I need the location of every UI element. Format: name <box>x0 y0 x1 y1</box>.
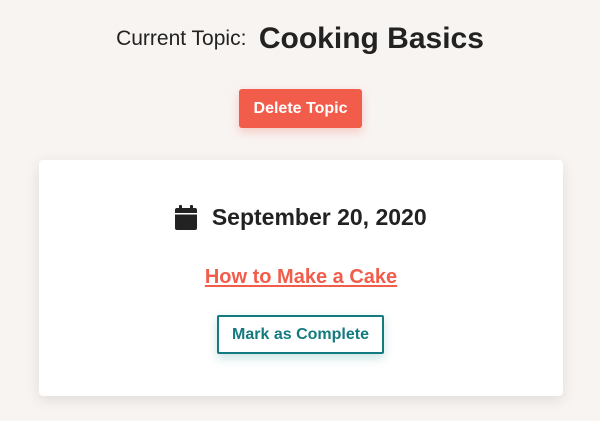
lesson-title-link[interactable]: How to Make a Cake <box>39 266 563 289</box>
topic-header: Current Topic: Cooking Basics <box>0 22 600 56</box>
delete-topic-button[interactable]: Delete Topic <box>239 89 362 128</box>
topic-title: Cooking Basics <box>258 22 484 55</box>
lesson-card: September 20, 2020 How to Make a Cake Ma… <box>39 160 563 396</box>
lesson-date: September 20, 2020 <box>211 204 427 230</box>
lesson-date-row: September 20, 2020 <box>39 204 563 231</box>
mark-complete-button[interactable]: Mark as Complete <box>217 315 384 354</box>
calendar-icon <box>175 205 198 230</box>
topic-prefix-label: Current Topic: <box>116 27 247 50</box>
topic-page: { "header": { "prefix": "Current Topic:"… <box>0 0 600 421</box>
